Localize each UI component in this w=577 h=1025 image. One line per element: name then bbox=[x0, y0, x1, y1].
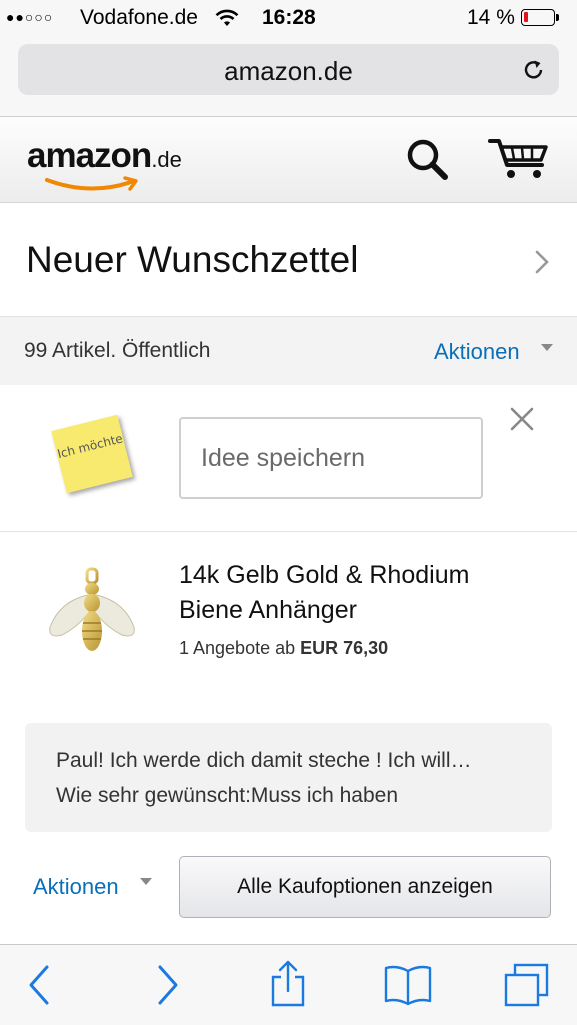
item-actions-link[interactable]: Aktionen bbox=[33, 874, 119, 900]
logo-tld: .de bbox=[151, 147, 182, 172]
amazon-header: amazon.de bbox=[0, 117, 577, 203]
amazon-smile-icon bbox=[45, 176, 138, 191]
close-icon[interactable] bbox=[509, 406, 535, 432]
chevron-right-icon[interactable] bbox=[532, 247, 552, 277]
url-field[interactable]: amazon.de bbox=[18, 44, 559, 95]
wishlist-actions-link[interactable]: Aktionen bbox=[434, 339, 520, 365]
logo-wordmark: amazon bbox=[27, 136, 152, 175]
wifi-icon bbox=[215, 9, 239, 26]
bookmarks-icon[interactable] bbox=[383, 963, 433, 1007]
browser-toolbar bbox=[0, 944, 577, 1025]
product-price: EUR 76,30 bbox=[300, 638, 389, 658]
product-title[interactable]: 14k Gelb Gold & Rhodium Biene Anhänger bbox=[179, 558, 539, 628]
buy-options-button[interactable]: Alle Kaufoptionen anzeigen bbox=[179, 856, 551, 918]
sticky-note-text: Ich möchte bbox=[55, 431, 125, 462]
forward-icon[interactable] bbox=[155, 963, 181, 1007]
caret-down-icon[interactable] bbox=[541, 344, 553, 351]
item-comment: Paul! Ich werde dich damit steche ! Ich … bbox=[56, 749, 472, 772]
product-offer: 1 Angebote ab EUR 76,30 bbox=[179, 638, 388, 659]
wishlist-info-row: 99 Artikel. Öffentlich Aktionen bbox=[0, 316, 577, 386]
offer-prefix: 1 Angebote ab bbox=[179, 638, 301, 658]
reload-icon[interactable] bbox=[522, 58, 546, 82]
idea-row: Ich möchte bbox=[0, 385, 577, 532]
status-bar: ●●○○○ Vodafone.de 16:28 14 % bbox=[0, 0, 577, 36]
item-comment-box: Paul! Ich werde dich damit steche ! Ich … bbox=[25, 723, 552, 832]
idea-input[interactable] bbox=[179, 417, 483, 499]
tabs-icon[interactable] bbox=[503, 963, 551, 1009]
share-icon[interactable] bbox=[270, 959, 306, 1009]
amazon-logo[interactable]: amazon.de bbox=[27, 136, 182, 191]
battery-level bbox=[524, 12, 528, 22]
battery-percent: 14 % bbox=[467, 6, 515, 29]
cart-icon[interactable] bbox=[488, 135, 550, 181]
clock: 16:28 bbox=[262, 6, 316, 29]
back-icon[interactable] bbox=[26, 963, 52, 1007]
wishlist-title[interactable]: Neuer Wunschzettel bbox=[26, 239, 358, 281]
search-icon[interactable] bbox=[404, 137, 450, 183]
wishlist-title-row[interactable]: Neuer Wunschzettel bbox=[0, 203, 577, 316]
carrier-name: Vodafone.de bbox=[80, 6, 198, 29]
wishlist-info: 99 Artikel. Öffentlich bbox=[24, 339, 211, 362]
item-priority: Wie sehr gewünscht:Muss ich haben bbox=[56, 784, 398, 807]
browser-address-area: amazon.de bbox=[0, 36, 577, 117]
url-text[interactable]: amazon.de bbox=[18, 56, 559, 87]
caret-down-icon[interactable] bbox=[140, 878, 152, 885]
signal-strength: ●●○○○ bbox=[6, 9, 54, 25]
bee-pendant-image[interactable] bbox=[40, 565, 140, 675]
battery-tip bbox=[556, 14, 559, 21]
product-item: 14k Gelb Gold & Rhodium Biene Anhänger 1… bbox=[0, 532, 577, 712]
sticky-note-icon: Ich möchte bbox=[51, 414, 133, 494]
battery-icon bbox=[521, 9, 555, 26]
